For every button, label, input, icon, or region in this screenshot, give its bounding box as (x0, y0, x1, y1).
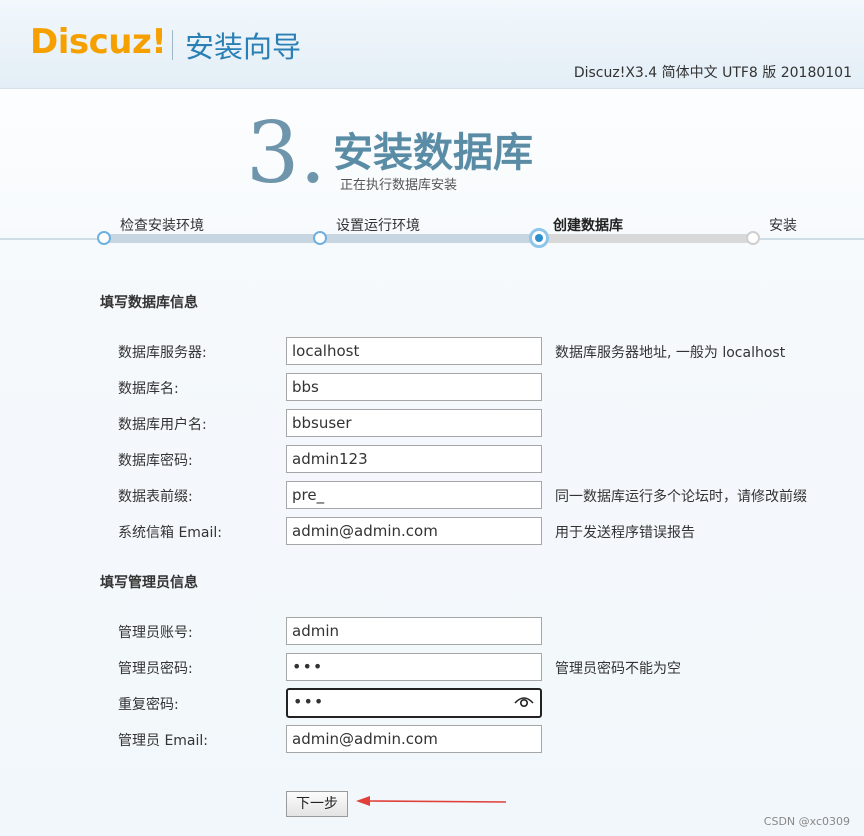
admin-password-mask: ••• (292, 657, 324, 676)
wizard-title: 安装向导 (185, 30, 302, 64)
admin-account-input[interactable]: admin (286, 617, 542, 645)
db-host-label: 数据库服务器: (118, 345, 207, 361)
step-title: 安装数据库 (333, 130, 533, 176)
admin-section-title: 填写管理员信息 (100, 575, 198, 591)
repeat-password-input[interactable]: ••• (286, 688, 542, 718)
db-password-label: 数据库密码: (118, 453, 193, 469)
step-dot-run-env (313, 231, 327, 245)
repeat-password-label: 重复密码: (118, 697, 179, 713)
step-dot-create-db (529, 228, 549, 248)
system-email-label: 系统信箱 Email: (118, 525, 223, 541)
step-dot-install (746, 231, 760, 245)
discuz-logo: Discuz! (30, 22, 167, 62)
step-label-create-db: 创建数据库 (553, 218, 623, 234)
watermark-text: CSDN @xc0309 (763, 815, 850, 828)
admin-account-label: 管理员账号: (118, 625, 193, 641)
db-host-hint: 数据库服务器地址, 一般为 localhost (555, 345, 786, 361)
db-password-input[interactable]: admin123 (286, 445, 542, 473)
admin-email-label: 管理员 Email: (118, 733, 209, 749)
table-prefix-label: 数据表前缀: (118, 489, 193, 505)
step-label-check-env: 检查安装环境 (120, 218, 204, 234)
step-subtitle: 正在执行数据库安装 (340, 178, 458, 193)
system-email-hint: 用于发送程序错误报告 (555, 525, 695, 541)
step-number: 3. (246, 104, 327, 202)
table-prefix-hint: 同一数据库运行多个论坛时，请修改前缀 (555, 489, 807, 505)
next-step-button[interactable]: 下一步 (286, 791, 348, 817)
admin-email-input[interactable]: admin@admin.com (286, 725, 542, 753)
step-label-install: 安装 (769, 218, 797, 234)
admin-password-label: 管理员密码: (118, 661, 193, 677)
step-label-run-env: 设置运行环境 (336, 218, 420, 234)
admin-password-hint: 管理员密码不能为空 (555, 661, 681, 677)
db-name-label: 数据库名: (118, 381, 179, 397)
db-host-input[interactable]: localhost (286, 337, 542, 365)
db-user-input[interactable]: bbsuser (286, 409, 542, 437)
db-name-input[interactable]: bbs (286, 373, 542, 401)
table-prefix-input[interactable]: pre_ (286, 481, 542, 509)
annotation-arrow-icon (356, 796, 507, 806)
system-email-input[interactable]: admin@admin.com (286, 517, 542, 545)
version-info: Discuz!X3.4 简体中文 UTF8 版 20180101 (573, 65, 852, 81)
db-section-title: 填写数据库信息 (100, 295, 198, 311)
repeat-password-mask: ••• (293, 692, 325, 711)
db-user-label: 数据库用户名: (118, 417, 207, 433)
header-bar: Discuz! 安装向导 Discuz!X3.4 简体中文 UTF8 版 201… (0, 0, 864, 89)
header-divider (172, 30, 173, 60)
step-dot-check-env (97, 231, 111, 245)
show-password-eye-icon[interactable] (514, 695, 534, 709)
admin-password-input[interactable]: ••• (286, 653, 542, 681)
